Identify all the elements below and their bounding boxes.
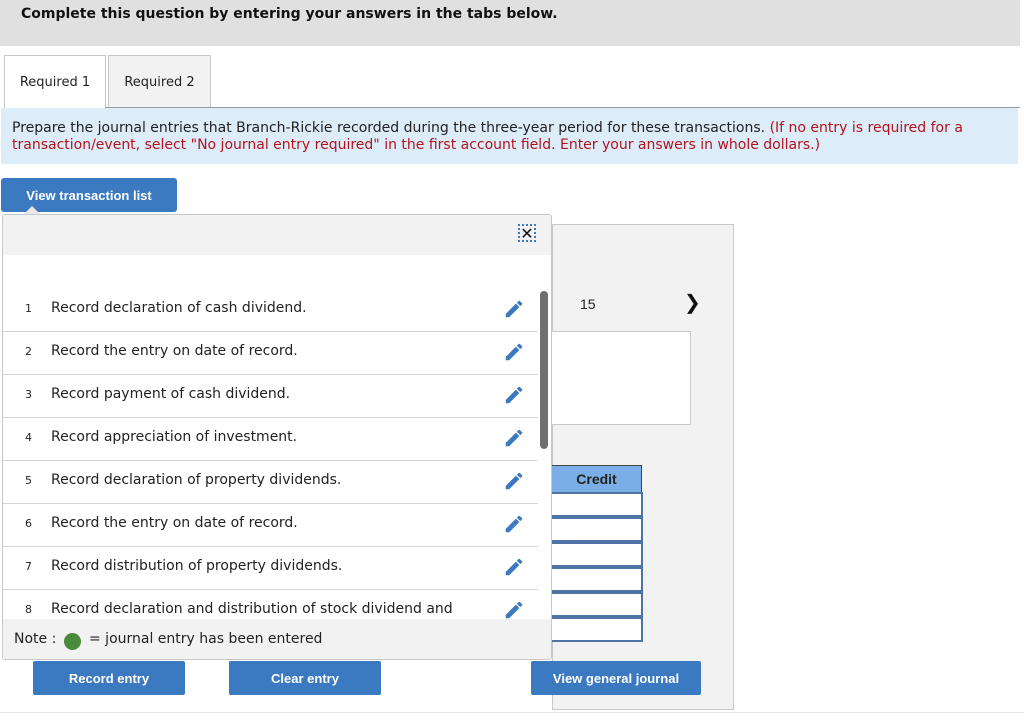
credit-input[interactable] [552, 517, 643, 542]
transaction-item[interactable]: 5 Record declaration of property dividen… [3, 461, 538, 504]
page-number: 15 [580, 296, 596, 312]
transaction-item[interactable]: 1 Record declaration of cash dividend. [3, 289, 538, 332]
transaction-item[interactable]: 4 Record appreciation of investment. [3, 418, 538, 461]
transaction-item[interactable]: 2 Record the entry on date of record. [3, 332, 538, 375]
banner-text: Complete this question by entering your … [21, 6, 558, 22]
transaction-text: Record the entry on date of record. [51, 343, 298, 359]
transaction-text: Record distribution of property dividend… [51, 558, 343, 574]
popup-header: ✕ [3, 215, 551, 255]
transaction-item[interactable]: 8 Record declaration and distribution of… [3, 590, 538, 619]
transaction-item[interactable]: 7 Record distribution of property divide… [3, 547, 538, 590]
transaction-number: 5 [25, 474, 32, 487]
popup-caret [24, 206, 40, 214]
top-banner: Complete this question by entering your … [0, 0, 1020, 46]
transaction-number: 6 [25, 517, 32, 530]
credit-input[interactable] [552, 492, 643, 517]
transaction-number: 7 [25, 560, 32, 573]
pencil-icon[interactable] [503, 298, 525, 320]
transaction-number: 2 [25, 345, 32, 358]
popup-scrollbar[interactable] [540, 291, 548, 449]
transaction-text: Record payment of cash dividend. [51, 386, 291, 402]
credit-input[interactable] [552, 617, 643, 642]
record-entry-button[interactable]: Record entry [33, 661, 185, 695]
bottom-divider [0, 712, 1024, 713]
pencil-icon[interactable] [503, 427, 525, 449]
green-dot-icon [64, 633, 81, 650]
transaction-item[interactable]: 3 Record payment of cash dividend. [3, 375, 538, 418]
pencil-icon[interactable] [503, 513, 525, 535]
transaction-item[interactable]: 6 Record the entry on date of record. [3, 504, 538, 547]
pencil-icon[interactable] [503, 384, 525, 406]
note-text: = journal entry has been entered [89, 631, 323, 647]
tab-required-1[interactable]: Required 1 [4, 55, 106, 109]
legend-note: Note : = journal entry has been entered [3, 619, 551, 659]
transaction-number: 8 [25, 603, 32, 616]
transaction-text: Record declaration and distribution of s… [51, 601, 453, 617]
transaction-number: 4 [25, 431, 32, 444]
close-icon[interactable]: ✕ [518, 224, 536, 243]
transaction-text: Record declaration of property dividends… [51, 472, 342, 488]
transaction-description-box [548, 331, 691, 425]
credit-input[interactable] [552, 542, 643, 567]
clear-entry-button[interactable]: Clear entry [229, 661, 381, 695]
transaction-number: 1 [25, 302, 32, 315]
transaction-list-popup: ✕ 1 Record declaration of cash dividend.… [2, 214, 552, 660]
pencil-icon[interactable] [503, 470, 525, 492]
chevron-right-icon[interactable]: ❯ [684, 290, 701, 314]
note-label: Note : [14, 631, 57, 647]
instructions-box: Prepare the journal entries that Branch-… [1, 108, 1018, 164]
instructions-main: Prepare the journal entries that Branch-… [12, 120, 766, 136]
credit-column-header: Credit [552, 465, 642, 493]
transaction-text: Record appreciation of investment. [51, 429, 298, 445]
credit-input[interactable] [552, 567, 643, 592]
transaction-number: 3 [25, 388, 32, 401]
pencil-icon[interactable] [503, 599, 525, 619]
transaction-text: Record the entry on date of record. [51, 515, 298, 531]
instructions-text: Prepare the journal entries that Branch-… [12, 120, 1012, 154]
credit-input[interactable] [552, 592, 643, 617]
pencil-icon[interactable] [503, 556, 525, 578]
tab-required-2[interactable]: Required 2 [108, 55, 211, 108]
pencil-icon[interactable] [503, 341, 525, 363]
transaction-text: Record declaration of cash dividend. [51, 300, 307, 316]
view-general-journal-button[interactable]: View general journal [531, 661, 701, 695]
transaction-list: 1 Record declaration of cash dividend. 2… [3, 289, 551, 619]
